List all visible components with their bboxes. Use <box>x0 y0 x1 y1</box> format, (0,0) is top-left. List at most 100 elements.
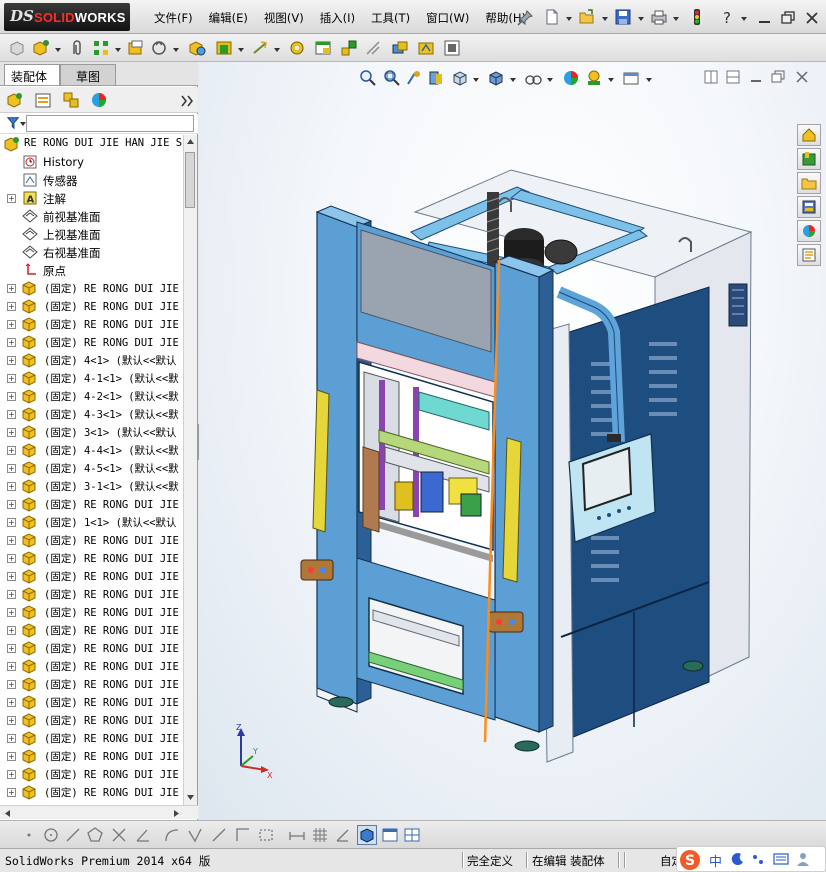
new-dropdown-arrow[interactable] <box>566 17 572 21</box>
relation-icon[interactable] <box>334 826 352 844</box>
tab-sketch[interactable]: 草图 <box>60 64 116 85</box>
tree-node[interactable]: 原点 <box>0 261 183 279</box>
trim-icon[interactable] <box>110 826 128 844</box>
rebuild-traffic-light-icon[interactable] <box>688 8 706 26</box>
tree-component-row[interactable]: + (固定) RE RONG DUI JIE <box>0 747 183 765</box>
moon-halfwidth-icon[interactable] <box>731 852 745 866</box>
tree-expand-toggle[interactable]: + <box>7 644 16 653</box>
tree-expand-toggle[interactable]: + <box>7 410 16 419</box>
tree-expand-toggle[interactable]: + <box>7 680 16 689</box>
show-hidden-components-icon[interactable] <box>188 39 206 57</box>
dimension-icon[interactable] <box>288 826 306 844</box>
tree-expand-toggle[interactable]: + <box>7 626 16 635</box>
tree-expand-toggle[interactable]: + <box>7 320 16 329</box>
menu-insert[interactable]: 插入(I) <box>312 10 363 28</box>
tree-expand-toggle[interactable]: + <box>7 446 16 455</box>
tree-expand-toggle[interactable]: + <box>7 590 16 599</box>
angle-icon[interactable] <box>134 826 152 844</box>
tree-component-row[interactable]: + (固定) 3<1> (默认<<默认 <box>0 423 183 441</box>
open-dropdown-arrow[interactable] <box>602 17 608 21</box>
single-view-icon[interactable] <box>381 826 399 844</box>
scroll-down-arrow-icon[interactable] <box>186 793 195 801</box>
close-icon[interactable] <box>803 9 821 27</box>
polygon-icon[interactable] <box>86 826 104 844</box>
menu-file[interactable]: 文件(F) <box>146 10 201 28</box>
tree-expand-toggle[interactable]: + <box>7 500 16 509</box>
tree-expand-toggle[interactable]: + <box>7 770 16 779</box>
property-manager-icon[interactable] <box>34 91 52 109</box>
tree-node[interactable]: 上视基准面 <box>0 225 183 243</box>
scroll-left-arrow-icon[interactable] <box>4 809 12 818</box>
tree-expand-toggle[interactable]: + <box>7 284 16 293</box>
new-motion-study-icon[interactable] <box>288 39 306 57</box>
pattern-dropdown[interactable] <box>115 48 121 52</box>
tree-component-row[interactable]: + (固定) 4-5<1> (默认<<默 <box>0 459 183 477</box>
tree-node[interactable]: 右视基准面 <box>0 243 183 261</box>
tree-expand-toggle[interactable]: + <box>7 752 16 761</box>
tree-component-row[interactable]: + (固定) RE RONG DUI JIE <box>0 657 183 675</box>
tree-expand-toggle[interactable]: + <box>7 302 16 311</box>
menu-window[interactable]: 窗口(W) <box>418 10 477 28</box>
help-question-icon[interactable]: ? <box>719 8 737 26</box>
fillet-icon[interactable] <box>163 826 181 844</box>
mate-paperclip-icon[interactable] <box>68 39 86 57</box>
tree-expand-toggle[interactable]: + <box>7 194 16 203</box>
sogou-logo-icon[interactable]: S <box>679 849 701 871</box>
tree-component-row[interactable]: + (固定) RE RONG DUI JIE <box>0 729 183 747</box>
tree-component-row[interactable]: + (固定) RE RONG DUI JIE <box>0 675 183 693</box>
insert-component-icon[interactable] <box>32 39 50 57</box>
save-icon[interactable] <box>614 8 632 26</box>
tree-expand-toggle[interactable]: + <box>7 482 16 491</box>
tree-expand-toggle[interactable]: + <box>7 716 16 725</box>
assembly-3d-model[interactable] <box>199 62 826 820</box>
tree-node[interactable]: History <box>0 153 183 171</box>
tree-component-row[interactable]: + (固定) RE RONG DUI JIE <box>0 495 183 513</box>
graphics-area[interactable]: Z Y X <box>199 62 826 820</box>
offset-icon[interactable] <box>186 826 204 844</box>
feature-manager-tree-icon[interactable] <box>6 91 24 109</box>
tree-horizontal-scrollbar[interactable] <box>0 805 198 819</box>
line-icon[interactable] <box>64 826 82 844</box>
scroll-right-arrow-icon[interactable] <box>172 809 180 818</box>
tree-node[interactable]: 传感器 <box>0 171 183 189</box>
tree-component-row[interactable]: + (固定) RE RONG DUI JIE <box>0 783 183 801</box>
tree-node[interactable]: + A 注解 <box>0 189 183 207</box>
move-component-icon[interactable] <box>150 39 168 57</box>
tree-component-row[interactable]: + (固定) 1<1> (默认<<默认 <box>0 513 183 531</box>
solidworks-logo[interactable]: DS SOLIDWORKS <box>4 3 130 31</box>
new-document-icon[interactable] <box>543 8 561 26</box>
tree-component-row[interactable]: + (固定) 4-1<1> (默认<<默 <box>0 369 183 387</box>
tree-component-row[interactable]: + (固定) RE RONG DUI JIE <box>0 765 183 783</box>
tree-expand-toggle[interactable]: + <box>7 698 16 707</box>
tree-expand-toggle[interactable]: + <box>7 734 16 743</box>
menu-view[interactable]: 视图(V) <box>256 10 312 28</box>
shaded-view-icon[interactable] <box>357 825 377 845</box>
bill-of-materials-icon[interactable] <box>314 39 332 57</box>
tree-component-row[interactable]: + (固定) RE RONG DUI JIE <box>0 621 183 639</box>
pin-icon[interactable] <box>516 9 534 27</box>
tree-component-row[interactable]: + (固定) 3-1<1> (默认<<默 <box>0 477 183 495</box>
corner-icon[interactable] <box>234 826 252 844</box>
point-icon[interactable] <box>20 826 38 844</box>
tree-expand-toggle[interactable]: + <box>7 518 16 527</box>
ime-language[interactable]: 中 <box>709 851 722 870</box>
exploded-view-icon[interactable] <box>340 39 358 57</box>
tree-component-row[interactable]: + (固定) RE RONG DUI JIE <box>0 639 183 657</box>
tree-expand-toggle[interactable]: + <box>7 662 16 671</box>
tree-component-row[interactable]: + (固定) RE RONG DUI JIE <box>0 315 183 333</box>
tree-component-row[interactable]: + (固定) 4<1> (默认<<默认 <box>0 351 183 369</box>
ime-toolbar[interactable]: S 中 <box>676 846 826 872</box>
insert-component-dropdown[interactable] <box>55 48 61 52</box>
tree-component-row[interactable]: + (固定) RE RONG DUI JIE <box>0 585 183 603</box>
tree-filter-input[interactable] <box>26 115 194 132</box>
large-assembly-mode-icon[interactable] <box>443 39 461 57</box>
rectangle-icon[interactable] <box>257 826 275 844</box>
tree-expand-toggle[interactable]: + <box>7 572 16 581</box>
reference-geometry-icon[interactable] <box>251 39 269 57</box>
tree-component-row[interactable]: + (固定) RE RONG DUI JIE <box>0 567 183 585</box>
tree-expand-toggle[interactable]: + <box>7 392 16 401</box>
component-pattern-icon[interactable] <box>92 39 110 57</box>
tree-component-row[interactable]: + (固定) RE RONG DUI JIE <box>0 279 183 297</box>
tree-component-row[interactable]: + (固定) 4-4<1> (默认<<默 <box>0 441 183 459</box>
assembly-features-icon[interactable] <box>215 39 233 57</box>
